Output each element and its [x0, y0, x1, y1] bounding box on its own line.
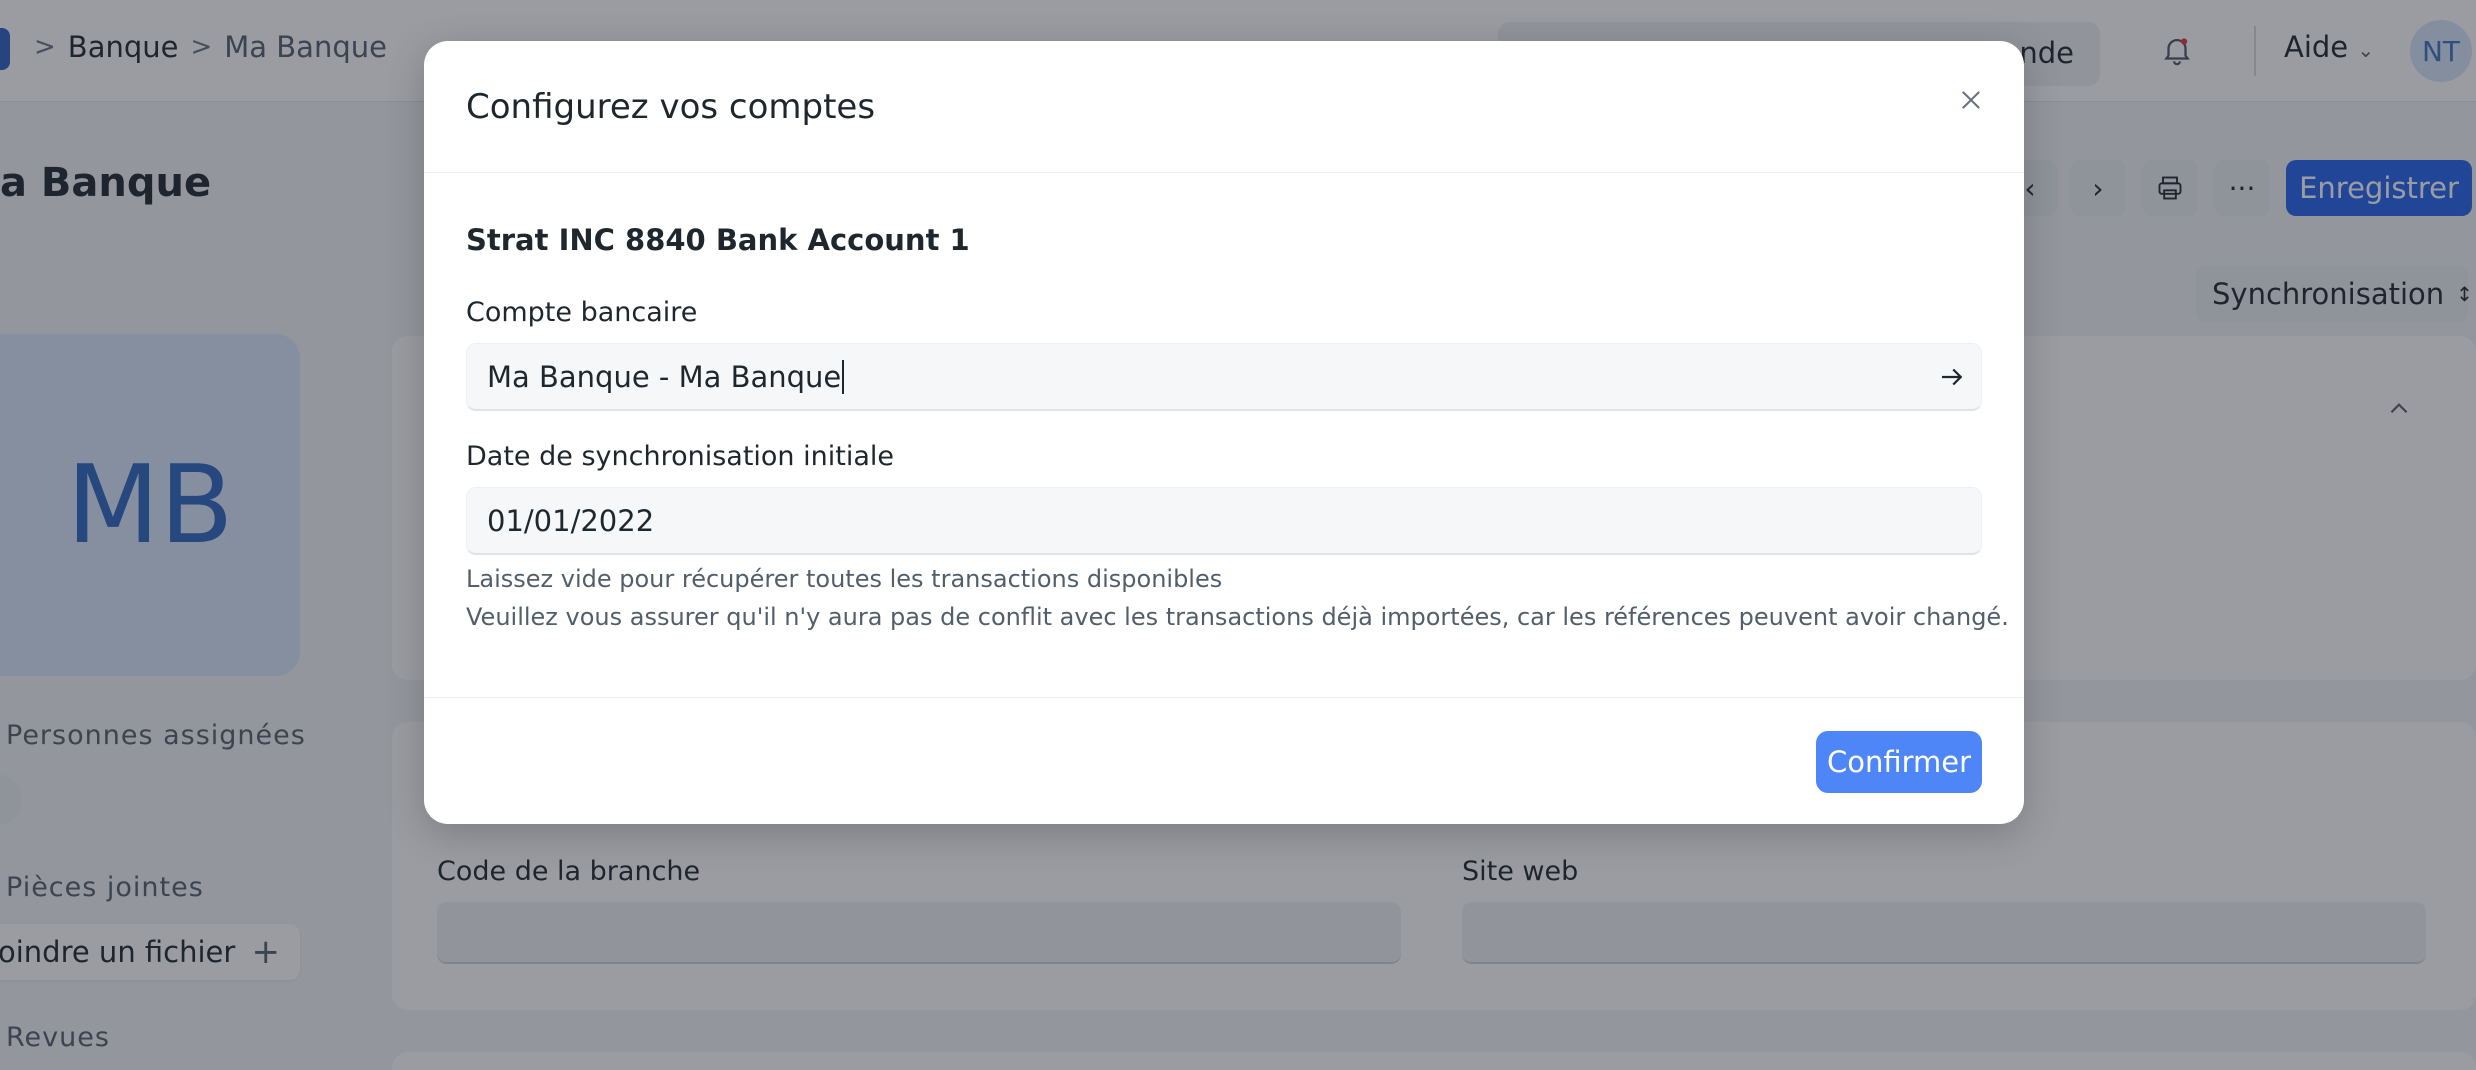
dialog-header: Configurez vos comptes [424, 41, 2024, 173]
dialog-title: Configurez vos comptes [466, 87, 876, 127]
close-button[interactable] [1950, 79, 1992, 121]
sync-date-field[interactable]: 01/01/2022 [466, 487, 1982, 555]
account-name-heading: Strat INC 8840 Bank Account 1 [466, 223, 970, 257]
sync-date-help-1: Laissez vide pour récupérer toutes les t… [466, 565, 1223, 593]
configure-accounts-dialog: Configurez vos comptes Strat INC 8840 Ba… [424, 41, 2024, 824]
arrow-right-icon[interactable] [1937, 362, 1967, 392]
confirm-button[interactable]: Confirmer [1816, 731, 1982, 793]
sync-date-label: Date de synchronisation initiale [466, 441, 894, 472]
sync-date-help-2: Veuillez vous assurer qu'il n'y aura pas… [466, 603, 2009, 631]
bank-account-field[interactable]: Ma Banque - Ma Banque [466, 343, 1982, 411]
sync-date-value: 01/01/2022 [487, 503, 655, 538]
close-icon [1962, 91, 1980, 109]
bank-account-label: Compte bancaire [466, 297, 698, 328]
text-cursor [842, 359, 845, 394]
bank-account-value: Ma Banque - Ma Banque [487, 359, 842, 394]
dialog-footer-divider [424, 697, 2024, 698]
